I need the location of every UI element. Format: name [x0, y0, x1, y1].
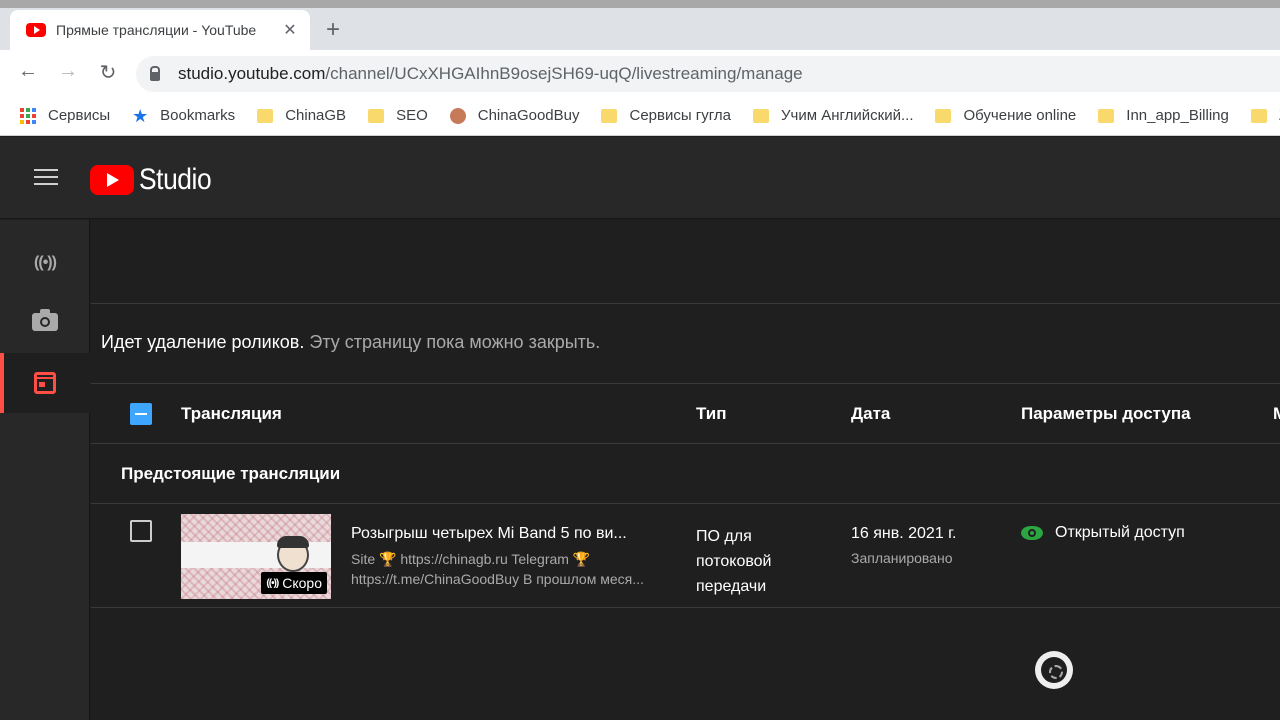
folder-icon	[935, 108, 952, 123]
tab-title: Прямые трансляции - YouTube	[56, 22, 257, 38]
studio-logo[interactable]: Studio	[90, 163, 221, 197]
description-line: Site 🏆 https://chinagb.ru Telegram 🏆	[351, 551, 591, 567]
column-header-visibility[interactable]: Параметры доступа	[1021, 404, 1191, 424]
table-row[interactable]: ((•)) Скоро Розыгрыш четырех Mi Band 5 п…	[91, 504, 1280, 608]
live-badge-icon: ((•))	[266, 577, 279, 589]
type-line: передачи	[696, 578, 767, 595]
bookmark-label: Сервисы гугла	[629, 107, 732, 124]
section-title: Предстоящие трансляции	[121, 464, 341, 483]
bookmark-chinagb[interactable]: ChinaGB	[257, 107, 346, 124]
bookmark-label: Учим Английский...	[781, 107, 914, 124]
apps-icon	[20, 107, 36, 124]
menu-icon[interactable]	[34, 169, 58, 187]
video-thumbnail[interactable]: ((•)) Скоро	[181, 514, 331, 599]
new-tab-button[interactable]: +	[326, 18, 340, 42]
thumbnail-face	[277, 536, 309, 572]
loading-spinner-icon	[1035, 651, 1073, 689]
table-header: Трансляция Тип Дата Параметры доступа М	[91, 383, 1280, 444]
side-nav: ((•))	[0, 220, 90, 720]
logo-text: Studio	[139, 163, 212, 196]
bookmark-label: Bookmarks	[160, 107, 236, 124]
url-text[interactable]: studio.youtube.com/channel/UCxXHGAIhnB9o…	[178, 64, 803, 84]
bookmark-inn-app-billing[interactable]: Inn_app_Billing	[1098, 107, 1229, 124]
avatar-icon	[449, 107, 466, 124]
star-icon: ★	[132, 105, 149, 126]
bookmark-chinagoodbuy[interactable]: ChinaGoodBuy	[449, 107, 580, 124]
youtube-favicon-icon	[26, 23, 46, 37]
lock-icon[interactable]	[150, 65, 160, 81]
reload-button[interactable]: ↻	[96, 60, 120, 85]
browser-tabstrip: Прямые трансляции - YouTube ✕ +	[0, 0, 1280, 50]
browser-toolbar: ← → ↻ studio.youtube.com/channel/UCxXHGA…	[0, 50, 1280, 96]
bookmarks-bar: Сервисы ★ Bookmarks ChinaGB SEO ChinaGoo…	[0, 96, 1280, 136]
top-band	[91, 220, 1280, 304]
nav-webcam[interactable]	[0, 292, 90, 352]
bookmark-learn-english[interactable]: Учим Английский...	[753, 107, 913, 124]
folder-icon	[1098, 108, 1115, 123]
url-path: /channel/UCxXHGAIhnB9osejSH69-uqQ/livest…	[325, 64, 803, 83]
select-all-checkbox[interactable]	[130, 403, 152, 425]
calendar-icon	[34, 372, 56, 394]
stream-status: Запланировано	[851, 550, 953, 566]
url-host: studio.youtube.com	[178, 64, 326, 83]
folder-icon	[368, 108, 385, 123]
bookmark-google-services[interactable]: Сервисы гугла	[601, 107, 731, 124]
badge-label: Скоро	[282, 575, 322, 591]
bookmark-label: Обучение online	[963, 107, 1077, 124]
bookmark-online-learning[interactable]: Обучение online	[935, 107, 1076, 124]
column-header-type[interactable]: Тип	[696, 404, 726, 424]
stream-type: ПО для потоковой передачи	[696, 524, 806, 599]
description-line: https://t.me/ChinaGoodBuy В прошлом меся…	[351, 571, 644, 587]
stream-description: Site 🏆 https://chinagb.ru Telegram 🏆 htt…	[351, 549, 676, 589]
row-checkbox[interactable]	[130, 520, 152, 542]
bookmark-label: SEO	[396, 107, 428, 124]
nav-manage[interactable]	[0, 353, 90, 413]
folder-icon	[257, 108, 274, 123]
notice-sub: Эту страницу пока можно закрыть.	[309, 332, 601, 352]
browser-tab[interactable]: Прямые трансляции - YouTube ✕	[10, 10, 310, 50]
bookmark-label: Inn_app_Billing	[1126, 107, 1229, 124]
address-bar[interactable]: studio.youtube.com/channel/UCxXHGAIhnB9o…	[136, 56, 1280, 92]
deletion-notice: Идет удаление роликов. Эту страницу пока…	[101, 332, 600, 353]
stream-date: 16 янв. 2021 г.	[851, 525, 957, 542]
studio-header: Studio	[0, 137, 1280, 219]
back-button[interactable]: ←	[16, 60, 40, 83]
youtube-logo-icon	[90, 165, 134, 195]
folder-icon	[753, 108, 770, 123]
bookmark-label: ChinaGB	[285, 107, 347, 124]
main-content: Идет удаление роликов. Эту страницу пока…	[91, 220, 1280, 720]
bookmark-label: Сервисы	[48, 107, 111, 124]
notice-main: Идет удаление роликов.	[101, 332, 305, 352]
folder-icon	[601, 108, 618, 123]
column-header-stream[interactable]: Трансляция	[181, 404, 282, 424]
visibility-label: Открытый доступ	[1055, 524, 1185, 541]
stream-title[interactable]: Розыгрыш четырех Mi Band 5 по ви...	[351, 525, 651, 543]
tab-close-icon[interactable]: ✕	[282, 20, 298, 40]
camera-icon	[32, 309, 58, 331]
column-header-date[interactable]: Дата	[851, 404, 890, 424]
bookmark-bookmarks[interactable]: ★ Bookmarks	[132, 105, 236, 126]
bookmark-label: ChinaGoodBuy	[477, 107, 580, 124]
status-badge: ((•)) Скоро	[261, 572, 327, 594]
bookmark-services[interactable]: Сервисы	[20, 107, 110, 124]
bookmark-z[interactable]: Z	[1250, 107, 1280, 124]
column-header-more[interactable]: М	[1273, 404, 1280, 424]
forward-button[interactable]: →	[56, 60, 80, 83]
eye-icon	[1021, 526, 1043, 540]
visibility-selector[interactable]: Открытый доступ	[1021, 524, 1185, 542]
type-line: потоковой	[696, 553, 772, 570]
type-line: ПО для	[696, 528, 752, 545]
nav-stream[interactable]: ((•))	[0, 233, 90, 293]
folder-icon	[1250, 108, 1267, 123]
live-broadcast-icon: ((•))	[34, 254, 57, 271]
bookmark-seo[interactable]: SEO	[368, 107, 428, 124]
